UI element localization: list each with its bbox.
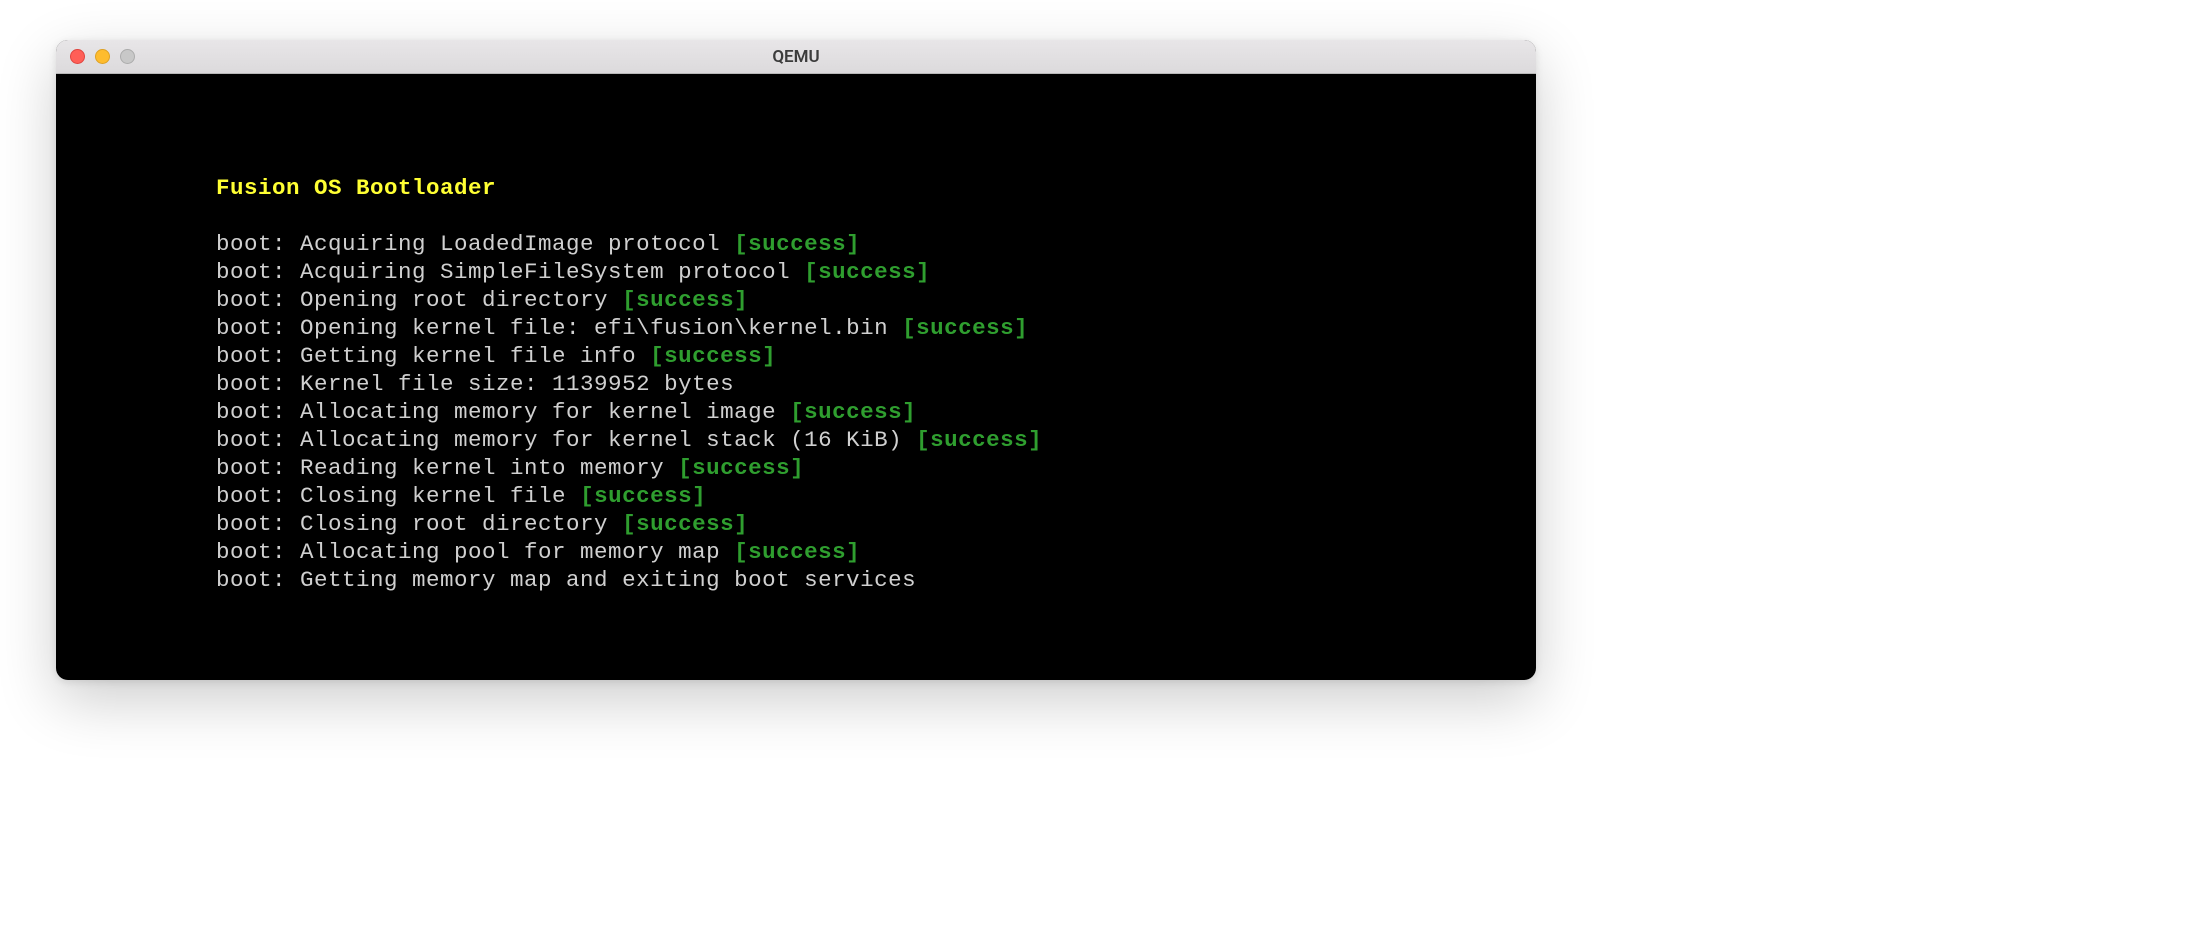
status-badge: [success] [650, 343, 776, 369]
boot-line: boot: Getting memory map and exiting boo… [216, 566, 1376, 594]
status-badge: [success] [804, 259, 930, 285]
boot-message: boot: Getting kernel file info [216, 343, 650, 369]
boot-message: boot: Allocating memory for kernel stack… [216, 427, 916, 453]
boot-heading: Fusion OS Bootloader [216, 174, 1376, 202]
status-badge: [success] [902, 315, 1028, 341]
titlebar[interactable]: QEMU [56, 40, 1536, 74]
boot-line: boot: Allocating memory for kernel image… [216, 398, 1376, 426]
boot-message: boot: Kernel file size: 1139952 bytes [216, 371, 734, 397]
terminal-output: Fusion OS Bootloader boot: Acquiring Loa… [56, 74, 1536, 634]
status-badge: [success] [734, 231, 860, 257]
boot-line: boot: Getting kernel file info [success] [216, 342, 1376, 370]
status-badge: [success] [916, 427, 1042, 453]
boot-message: boot: Allocating memory for kernel image [216, 399, 790, 425]
status-badge: [success] [734, 539, 860, 565]
boot-line: boot: Closing kernel file [success] [216, 482, 1376, 510]
boot-line: boot: Closing root directory [success] [216, 510, 1376, 538]
boot-message: boot: Acquiring LoadedImage protocol [216, 231, 734, 257]
boot-message: boot: Allocating pool for memory map [216, 539, 734, 565]
boot-message: boot: Acquiring SimpleFileSystem protoco… [216, 259, 804, 285]
boot-message: boot: Closing root directory [216, 511, 622, 537]
boot-line: boot: Kernel file size: 1139952 bytes [216, 370, 1376, 398]
status-badge: [success] [580, 483, 706, 509]
boot-line: boot: Acquiring SimpleFileSystem protoco… [216, 258, 1376, 286]
qemu-window: QEMU Fusion OS Bootloader boot: Acquirin… [56, 40, 1536, 680]
boot-line: boot: Reading kernel into memory [succes… [216, 454, 1376, 482]
boot-line: boot: Acquiring LoadedImage protocol [su… [216, 230, 1376, 258]
window-title: QEMU [56, 47, 1536, 67]
boot-line: boot: Allocating memory for kernel stack… [216, 426, 1376, 454]
boot-line: boot: Opening kernel file: efi\fusion\ke… [216, 314, 1376, 342]
status-badge: [success] [622, 511, 748, 537]
status-badge: [success] [678, 455, 804, 481]
boot-line: boot: Allocating pool for memory map [su… [216, 538, 1376, 566]
boot-line: boot: Opening root directory [success] [216, 286, 1376, 314]
boot-message: boot: Opening root directory [216, 287, 622, 313]
status-badge: [success] [622, 287, 748, 313]
boot-message: boot: Opening kernel file: efi\fusion\ke… [216, 315, 902, 341]
boot-message: boot: Getting memory map and exiting boo… [216, 567, 916, 593]
status-badge: [success] [790, 399, 916, 425]
boot-message: boot: Closing kernel file [216, 483, 580, 509]
minimize-button[interactable] [95, 49, 110, 64]
close-button[interactable] [70, 49, 85, 64]
maximize-button[interactable] [120, 49, 135, 64]
boot-message: boot: Reading kernel into memory [216, 455, 678, 481]
traffic-lights [70, 49, 135, 64]
